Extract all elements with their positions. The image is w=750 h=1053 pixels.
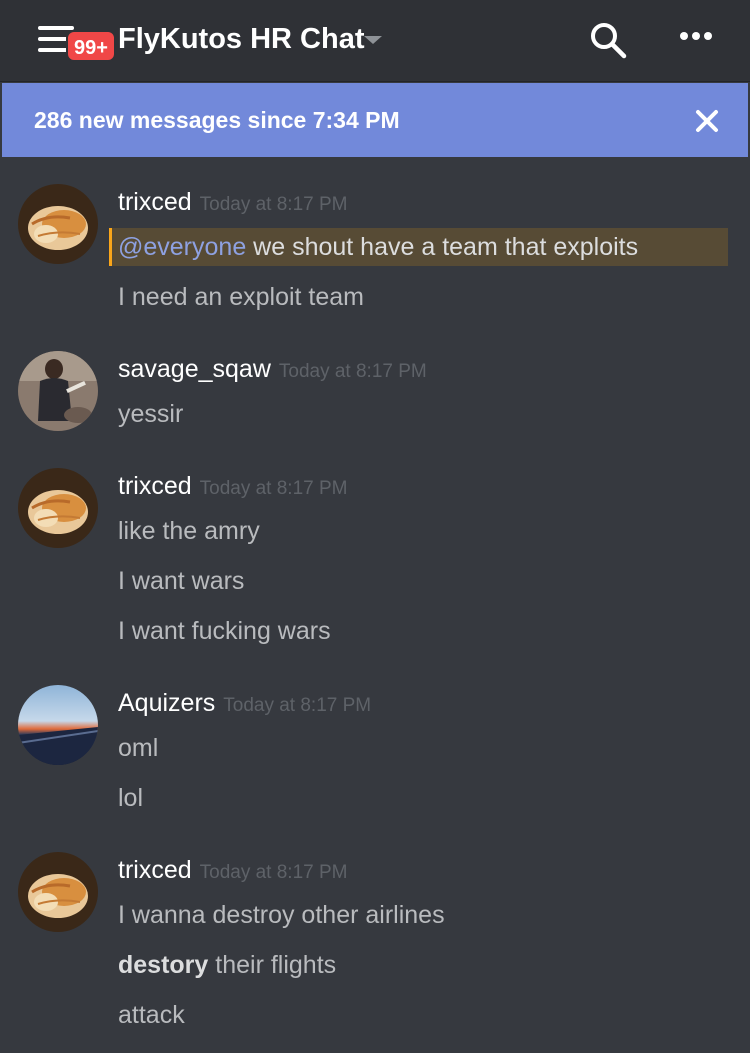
message-line: yessir <box>118 400 184 428</box>
message-author[interactable]: trixced Today at 8:17 PM <box>118 186 348 221</box>
message-line: destory their flights <box>118 949 336 981</box>
message-list[interactable]: trixced Today at 8:17 PM @everyone we sho… <box>0 158 750 1053</box>
message-text: their flights <box>208 951 337 979</box>
new-messages-banner[interactable]: 286 new messages since 7:34 PM <box>2 83 748 157</box>
message-timestamp: Today at 8:17 PM <box>278 361 427 382</box>
message-author[interactable]: trixced Today at 8:17 PM <box>118 854 348 889</box>
search-icon[interactable] <box>588 20 628 60</box>
message-line: oml <box>118 734 159 762</box>
sky-photo-avatar[interactable] <box>18 685 98 765</box>
close-icon[interactable] <box>694 108 720 134</box>
chevron-down-icon[interactable] <box>364 36 382 44</box>
cat-avatar[interactable] <box>18 468 98 548</box>
author-name[interactable]: savage_sqaw <box>118 355 271 383</box>
author-name[interactable]: trixced <box>118 188 192 216</box>
message-text: we shout have a team that exploits <box>246 233 639 261</box>
channel-title[interactable]: FlyKutos HR Chat <box>118 20 365 58</box>
author-name[interactable]: trixced <box>118 472 192 500</box>
message-line: lol <box>118 784 144 812</box>
message-timestamp: Today at 8:17 PM <box>199 194 348 215</box>
message-line: @everyone we shout have a team that expl… <box>118 231 638 263</box>
more-horizontal-icon[interactable] <box>676 28 716 48</box>
chat-app: 99+ FlyKutos HR Chat 286 new messages si… <box>0 0 750 1053</box>
message-line: I want wars <box>118 567 245 595</box>
cat-avatar[interactable] <box>18 184 98 264</box>
channel-header: 99+ FlyKutos HR Chat <box>0 0 750 82</box>
message-line: I need an exploit team <box>118 283 364 311</box>
author-name[interactable]: Aquizers <box>118 689 215 717</box>
message-author[interactable]: savage_sqaw Today at 8:17 PM <box>118 353 427 388</box>
unread-badge: 99+ <box>66 30 116 62</box>
message-author[interactable]: trixced Today at 8:17 PM <box>118 470 348 505</box>
message-timestamp: Today at 8:17 PM <box>223 695 372 716</box>
message-line: like the amry <box>118 517 260 545</box>
bold-text: destory <box>118 951 209 979</box>
message-author[interactable]: Aquizers Today at 8:17 PM <box>118 687 371 722</box>
mention-everyone[interactable]: @everyone <box>118 233 246 261</box>
message-timestamp: Today at 8:17 PM <box>199 862 348 883</box>
new-messages-text: 286 new messages since 7:34 PM <box>34 107 400 133</box>
message-timestamp: Today at 8:17 PM <box>199 478 348 499</box>
message-line: attack <box>118 1001 185 1029</box>
message-line: I wanna destroy other airlines <box>118 901 445 929</box>
cat-avatar[interactable] <box>18 852 98 932</box>
person-photo-avatar[interactable] <box>18 351 98 431</box>
message-line: I want fucking wars <box>118 617 331 645</box>
author-name[interactable]: trixced <box>118 856 192 884</box>
